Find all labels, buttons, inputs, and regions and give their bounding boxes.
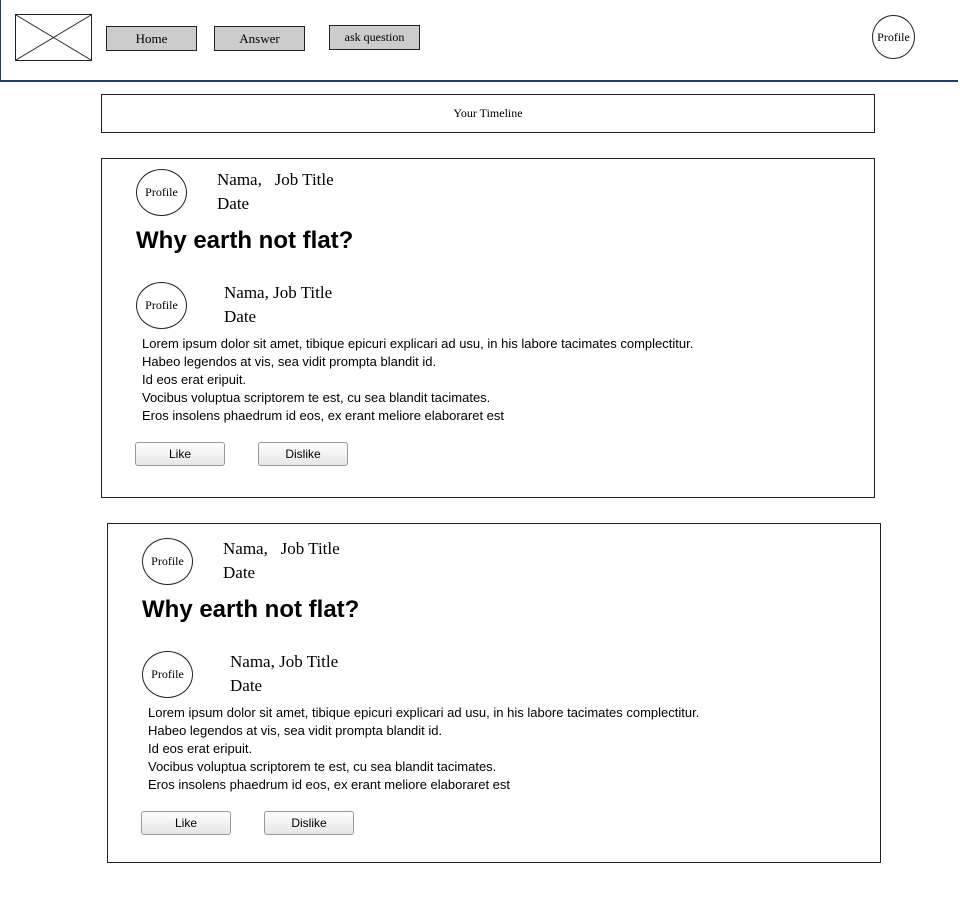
author-avatar[interactable]: Profile — [142, 538, 193, 585]
like-button[interactable]: Like — [135, 442, 225, 466]
answer-line: Eros insolens phaedrum id eos, ex erant … — [148, 777, 511, 792]
author-job-title: Job Title — [280, 539, 340, 558]
answer-line: Vocibus voluptua scriptorem te est, cu s… — [142, 390, 491, 405]
timeline-header: Your Timeline — [101, 94, 875, 133]
answer-line: Id eos erat eripuit. — [148, 741, 253, 756]
top-header: Home Answer ask question Profile — [0, 0, 958, 82]
answer-line: Eros insolens phaedrum id eos, ex erant … — [142, 408, 505, 423]
answer-line: Habeo legendos at vis, sea vidit prompta… — [148, 723, 443, 738]
user-profile-avatar[interactable]: Profile — [872, 15, 915, 59]
answer-line: Lorem ipsum dolor sit amet, tibique epic… — [142, 336, 694, 351]
post-date: Date — [223, 563, 256, 582]
question-title[interactable]: Why earth not flat? — [136, 227, 353, 255]
answer-date: Date — [224, 307, 257, 326]
ask-question-button[interactable]: ask question — [329, 25, 420, 50]
answerer-name-job: Nama, Job Title — [224, 283, 333, 302]
author-name: Nama, Job Title — [223, 537, 340, 561]
answerer-name-job: Nama, Job Title — [230, 652, 339, 671]
answerer-avatar[interactable]: Profile — [142, 651, 193, 698]
answer-body: Lorem ipsum dolor sit amet, tibique epic… — [148, 704, 699, 794]
dislike-button[interactable]: Dislike — [264, 811, 354, 835]
answer-line: Habeo legendos at vis, sea vidit prompta… — [142, 354, 437, 369]
answer-button[interactable]: Answer — [214, 26, 305, 51]
answer-line: Lorem ipsum dolor sit amet, tibique epic… — [148, 705, 700, 720]
question-title[interactable]: Why earth not flat? — [142, 596, 359, 624]
author-job-title: Job Title — [274, 170, 334, 189]
dislike-button[interactable]: Dislike — [258, 442, 348, 466]
answerer-avatar[interactable]: Profile — [136, 282, 187, 329]
logo-placeholder-icon[interactable] — [15, 14, 92, 61]
post-card: Profile Nama, Job Title Date Why earth n… — [107, 523, 881, 863]
post-card: Profile Nama, Job Title Date Why earth n… — [101, 158, 875, 498]
home-button[interactable]: Home — [106, 26, 197, 51]
answer-line: Id eos erat eripuit. — [142, 372, 247, 387]
answer-date: Date — [230, 676, 263, 695]
author-avatar[interactable]: Profile — [136, 169, 187, 216]
author-name: Nama, Job Title — [217, 168, 334, 192]
like-button[interactable]: Like — [141, 811, 231, 835]
post-date: Date — [217, 194, 250, 213]
answer-line: Vocibus voluptua scriptorem te est, cu s… — [148, 759, 497, 774]
author-name-text: Nama, — [223, 539, 268, 558]
author-name-text: Nama, — [217, 170, 262, 189]
answer-body: Lorem ipsum dolor sit amet, tibique epic… — [142, 335, 693, 425]
